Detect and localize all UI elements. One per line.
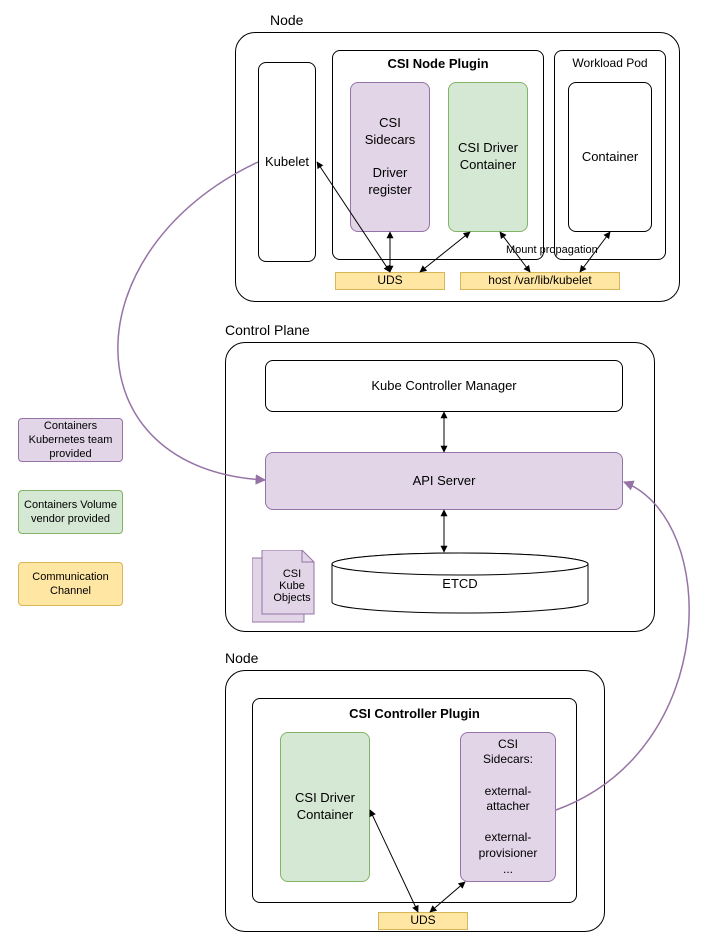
csi-driver-ctrl: CSI Driver Container xyxy=(280,732,370,882)
uds-bottom-label: UDS xyxy=(410,913,435,929)
kubelet-box: Kubelet xyxy=(258,62,316,262)
node-bottom-title: Node xyxy=(225,650,258,666)
legend-purple-label: Containers Kubernetes team provided xyxy=(19,419,122,462)
legend-yellow-label: Communication Channel xyxy=(19,570,122,599)
csi-sidecars-ctrl-label: CSI Sidecars: external- attacher externa… xyxy=(479,737,538,877)
legend-yellow: Communication Channel xyxy=(18,562,123,606)
api-server: API Server xyxy=(265,452,623,510)
workload-pod-title: Workload Pod xyxy=(554,56,666,70)
legend-green-label: Containers Volume vendor provided xyxy=(19,498,122,527)
csi-controller-plugin-title: CSI Controller Plugin xyxy=(252,706,577,721)
api-server-label: API Server xyxy=(413,473,476,490)
legend-purple: Containers Kubernetes team provided xyxy=(18,418,123,462)
csi-sidecars-node-label: CSI Sidecars Driver register xyxy=(365,115,416,199)
workload-container: Container xyxy=(568,82,652,232)
legend-green: Containers Volume vendor provided xyxy=(18,490,123,534)
csi-driver-ctrl-label: CSI Driver Container xyxy=(295,790,355,824)
node-top-title: Node xyxy=(270,12,303,28)
uds-top: UDS xyxy=(335,272,445,290)
kubelet-label: Kubelet xyxy=(265,154,309,171)
csi-kube-objects-label: CSI Kube Objects xyxy=(270,568,314,604)
etcd: ETCD xyxy=(330,552,590,610)
uds-top-label: UDS xyxy=(377,273,402,289)
csi-sidecars-node: CSI Sidecars Driver register xyxy=(350,82,430,232)
control-plane-title: Control Plane xyxy=(225,322,310,338)
csi-driver-node: CSI Driver Container xyxy=(448,82,528,232)
host-path: host /var/lib/kubelet xyxy=(460,272,620,290)
kube-controller-manager-label: Kube Controller Manager xyxy=(371,378,516,395)
host-path-label: host /var/lib/kubelet xyxy=(488,273,591,289)
workload-container-label: Container xyxy=(582,149,638,166)
csi-kube-objects: CSI Kube Objects xyxy=(252,550,324,633)
kube-controller-manager: Kube Controller Manager xyxy=(265,360,623,412)
csi-driver-node-label: CSI Driver Container xyxy=(458,140,518,174)
csi-node-plugin-title: CSI Node Plugin xyxy=(332,56,544,71)
mount-propagation-label: Mount propagation xyxy=(506,244,598,256)
uds-bottom: UDS xyxy=(378,912,468,930)
etcd-label: ETCD xyxy=(330,576,590,593)
csi-sidecars-ctrl: CSI Sidecars: external- attacher externa… xyxy=(460,732,556,882)
